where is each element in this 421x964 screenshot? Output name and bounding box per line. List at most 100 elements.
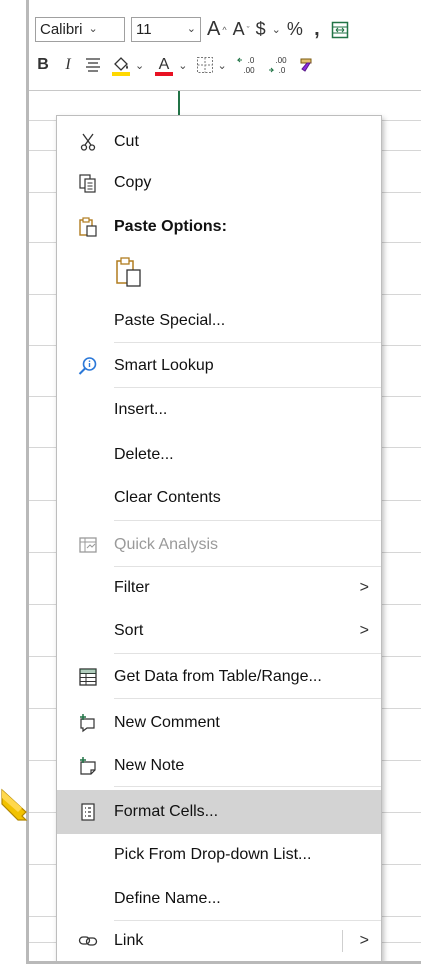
percent-label: % xyxy=(286,19,303,39)
menu-item-format-cells[interactable]: Format Cells... xyxy=(57,790,381,834)
toolbar-row-1: Calibri ⌄ 11 ⌄ A ^ Aˇ $ ⌄ % , xyxy=(35,17,421,42)
menu-label-insert: Insert... xyxy=(114,401,168,418)
menu-separator xyxy=(114,698,381,699)
fill-color-button[interactable]: ⌄ xyxy=(110,53,144,77)
menu-label-get-data: Get Data from Table/Range... xyxy=(114,668,322,685)
menu-label-paste-special: Paste Special... xyxy=(114,312,226,329)
increase-decimal-icon: .0 .00 xyxy=(236,56,255,75)
menu-label-quick-analysis: Quick Analysis xyxy=(114,536,219,553)
menu-separator xyxy=(114,786,381,787)
menu-item-define-name[interactable]: Define Name... xyxy=(57,880,381,918)
menu-label-new-note: New Note xyxy=(114,757,185,774)
font-size-value: 11 xyxy=(136,21,152,38)
scissors-icon xyxy=(77,131,99,153)
font-name-combo[interactable]: Calibri ⌄ xyxy=(35,17,125,42)
submenu-arrow-icon: > xyxy=(359,622,369,639)
menu-separator xyxy=(114,653,381,654)
format-painter-icon xyxy=(300,58,312,72)
smart-lookup-icon xyxy=(77,355,99,377)
menu-item-delete[interactable]: Delete... xyxy=(57,436,381,474)
borders-icon xyxy=(197,57,214,73)
chevron-down-icon[interactable]: ⌄ xyxy=(217,59,226,72)
currency-label: $ xyxy=(255,19,266,39)
menu-item-copy[interactable]: Copy xyxy=(57,164,381,202)
chevron-down-icon[interactable]: ⌄ xyxy=(89,17,98,42)
submenu-arrow-icon: > xyxy=(359,579,369,596)
menu-label-new-comment: New Comment xyxy=(114,714,220,731)
clipboard-icon xyxy=(77,216,99,238)
svg-text:A: A xyxy=(159,56,170,73)
copy-icon xyxy=(77,172,99,194)
paste-icon xyxy=(114,257,144,287)
paste-option-default[interactable] xyxy=(57,249,381,295)
font-size-combo[interactable]: 11 ⌄ xyxy=(131,17,201,42)
menu-item-insert[interactable]: Insert... xyxy=(57,391,381,429)
merge-center-icon xyxy=(331,21,349,38)
menu-label-delete: Delete... xyxy=(114,446,174,463)
menu-item-clear-contents[interactable]: Clear Contents xyxy=(57,479,381,517)
chevron-down-icon[interactable]: ⌄ xyxy=(135,59,144,72)
menu-item-paste-special[interactable]: Paste Special... xyxy=(57,302,381,340)
split-divider xyxy=(342,930,343,952)
menu-item-sort[interactable]: Sort > xyxy=(57,612,381,650)
menu-label-link: Link xyxy=(114,932,144,949)
menu-item-new-comment[interactable]: New Comment xyxy=(57,704,381,742)
increase-font-label: A xyxy=(207,18,221,40)
menu-label-filter: Filter xyxy=(114,579,150,596)
menu-separator xyxy=(114,387,381,388)
increase-decimal-button[interactable]: .0 .00 xyxy=(236,53,258,77)
borders-button[interactable]: ⌄ xyxy=(196,53,227,77)
font-color-button[interactable]: A ⌄ xyxy=(153,53,187,77)
decimal-dec-bottom-text: .0 xyxy=(278,66,285,75)
format-cells-icon xyxy=(77,801,99,823)
menu-item-get-data[interactable]: Get Data from Table/Range... xyxy=(57,658,381,696)
fill-color-icon xyxy=(112,57,130,76)
menu-label-format-cells: Format Cells... xyxy=(114,803,219,820)
menu-label-cut: Cut xyxy=(114,133,139,150)
decrease-font-button[interactable]: Aˇ xyxy=(233,18,250,42)
menu-item-link[interactable]: Link > xyxy=(57,922,381,960)
decimal-dec-top-text: .00 xyxy=(275,56,287,65)
new-comment-icon xyxy=(77,712,99,734)
menu-item-paste-options: Paste Options: xyxy=(57,208,381,246)
merge-center-button[interactable] xyxy=(331,18,349,42)
submenu-arrow-icon[interactable]: > xyxy=(360,932,369,950)
comma-label: , xyxy=(314,18,320,40)
menu-label-sort: Sort xyxy=(114,622,144,639)
new-note-icon xyxy=(77,755,99,777)
chevron-down-icon[interactable]: ⌄ xyxy=(272,23,281,36)
menu-label-clear-contents: Clear Contents xyxy=(114,489,221,506)
chevron-down-icon[interactable]: ⌄ xyxy=(178,59,187,72)
accounting-format-button[interactable]: $ ⌄ xyxy=(256,18,281,42)
context-menu: Cut Copy Paste Options: Paste Special... xyxy=(56,115,382,961)
menu-item-filter[interactable]: Filter > xyxy=(57,569,381,607)
decrease-decimal-button[interactable]: .00 .0 xyxy=(267,53,289,77)
menu-label-smart-lookup: Smart Lookup xyxy=(114,357,214,374)
menu-item-new-note[interactable]: New Note xyxy=(57,747,381,785)
comma-style-button[interactable]: , xyxy=(309,18,325,42)
italic-button[interactable]: I xyxy=(60,53,76,77)
decrease-decimal-icon: .00 .0 xyxy=(268,56,287,75)
italic-label: I xyxy=(65,56,71,73)
quick-analysis-icon xyxy=(77,534,99,556)
format-painter-button[interactable] xyxy=(298,53,318,77)
pointer-arrow-icon xyxy=(1,788,28,821)
menu-item-smart-lookup[interactable]: Smart Lookup xyxy=(57,347,381,385)
toolbar-row-2: B I ⌄ A ⌄ ⌄ .0 .00 .00 .0 xyxy=(35,53,421,77)
align-center-button[interactable] xyxy=(85,53,101,77)
menu-label-copy: Copy xyxy=(114,174,152,191)
menu-label-pick-from-list: Pick From Drop-down List... xyxy=(114,846,312,863)
align-center-icon xyxy=(86,58,100,72)
bold-label: B xyxy=(37,56,49,73)
increase-font-button[interactable]: A ^ xyxy=(207,18,227,42)
menu-item-pick-from-list[interactable]: Pick From Drop-down List... xyxy=(57,836,381,874)
font-name-value: Calibri xyxy=(40,21,83,38)
table-icon xyxy=(77,666,99,688)
bold-button[interactable]: B xyxy=(35,53,51,77)
menu-label-define-name: Define Name... xyxy=(114,890,221,907)
percent-style-button[interactable]: % xyxy=(287,18,303,42)
link-icon xyxy=(77,930,99,952)
chevron-down-icon[interactable]: ⌄ xyxy=(187,17,196,42)
decimal-inc-bottom-text: .00 xyxy=(243,66,255,75)
menu-item-cut[interactable]: Cut xyxy=(57,123,381,161)
